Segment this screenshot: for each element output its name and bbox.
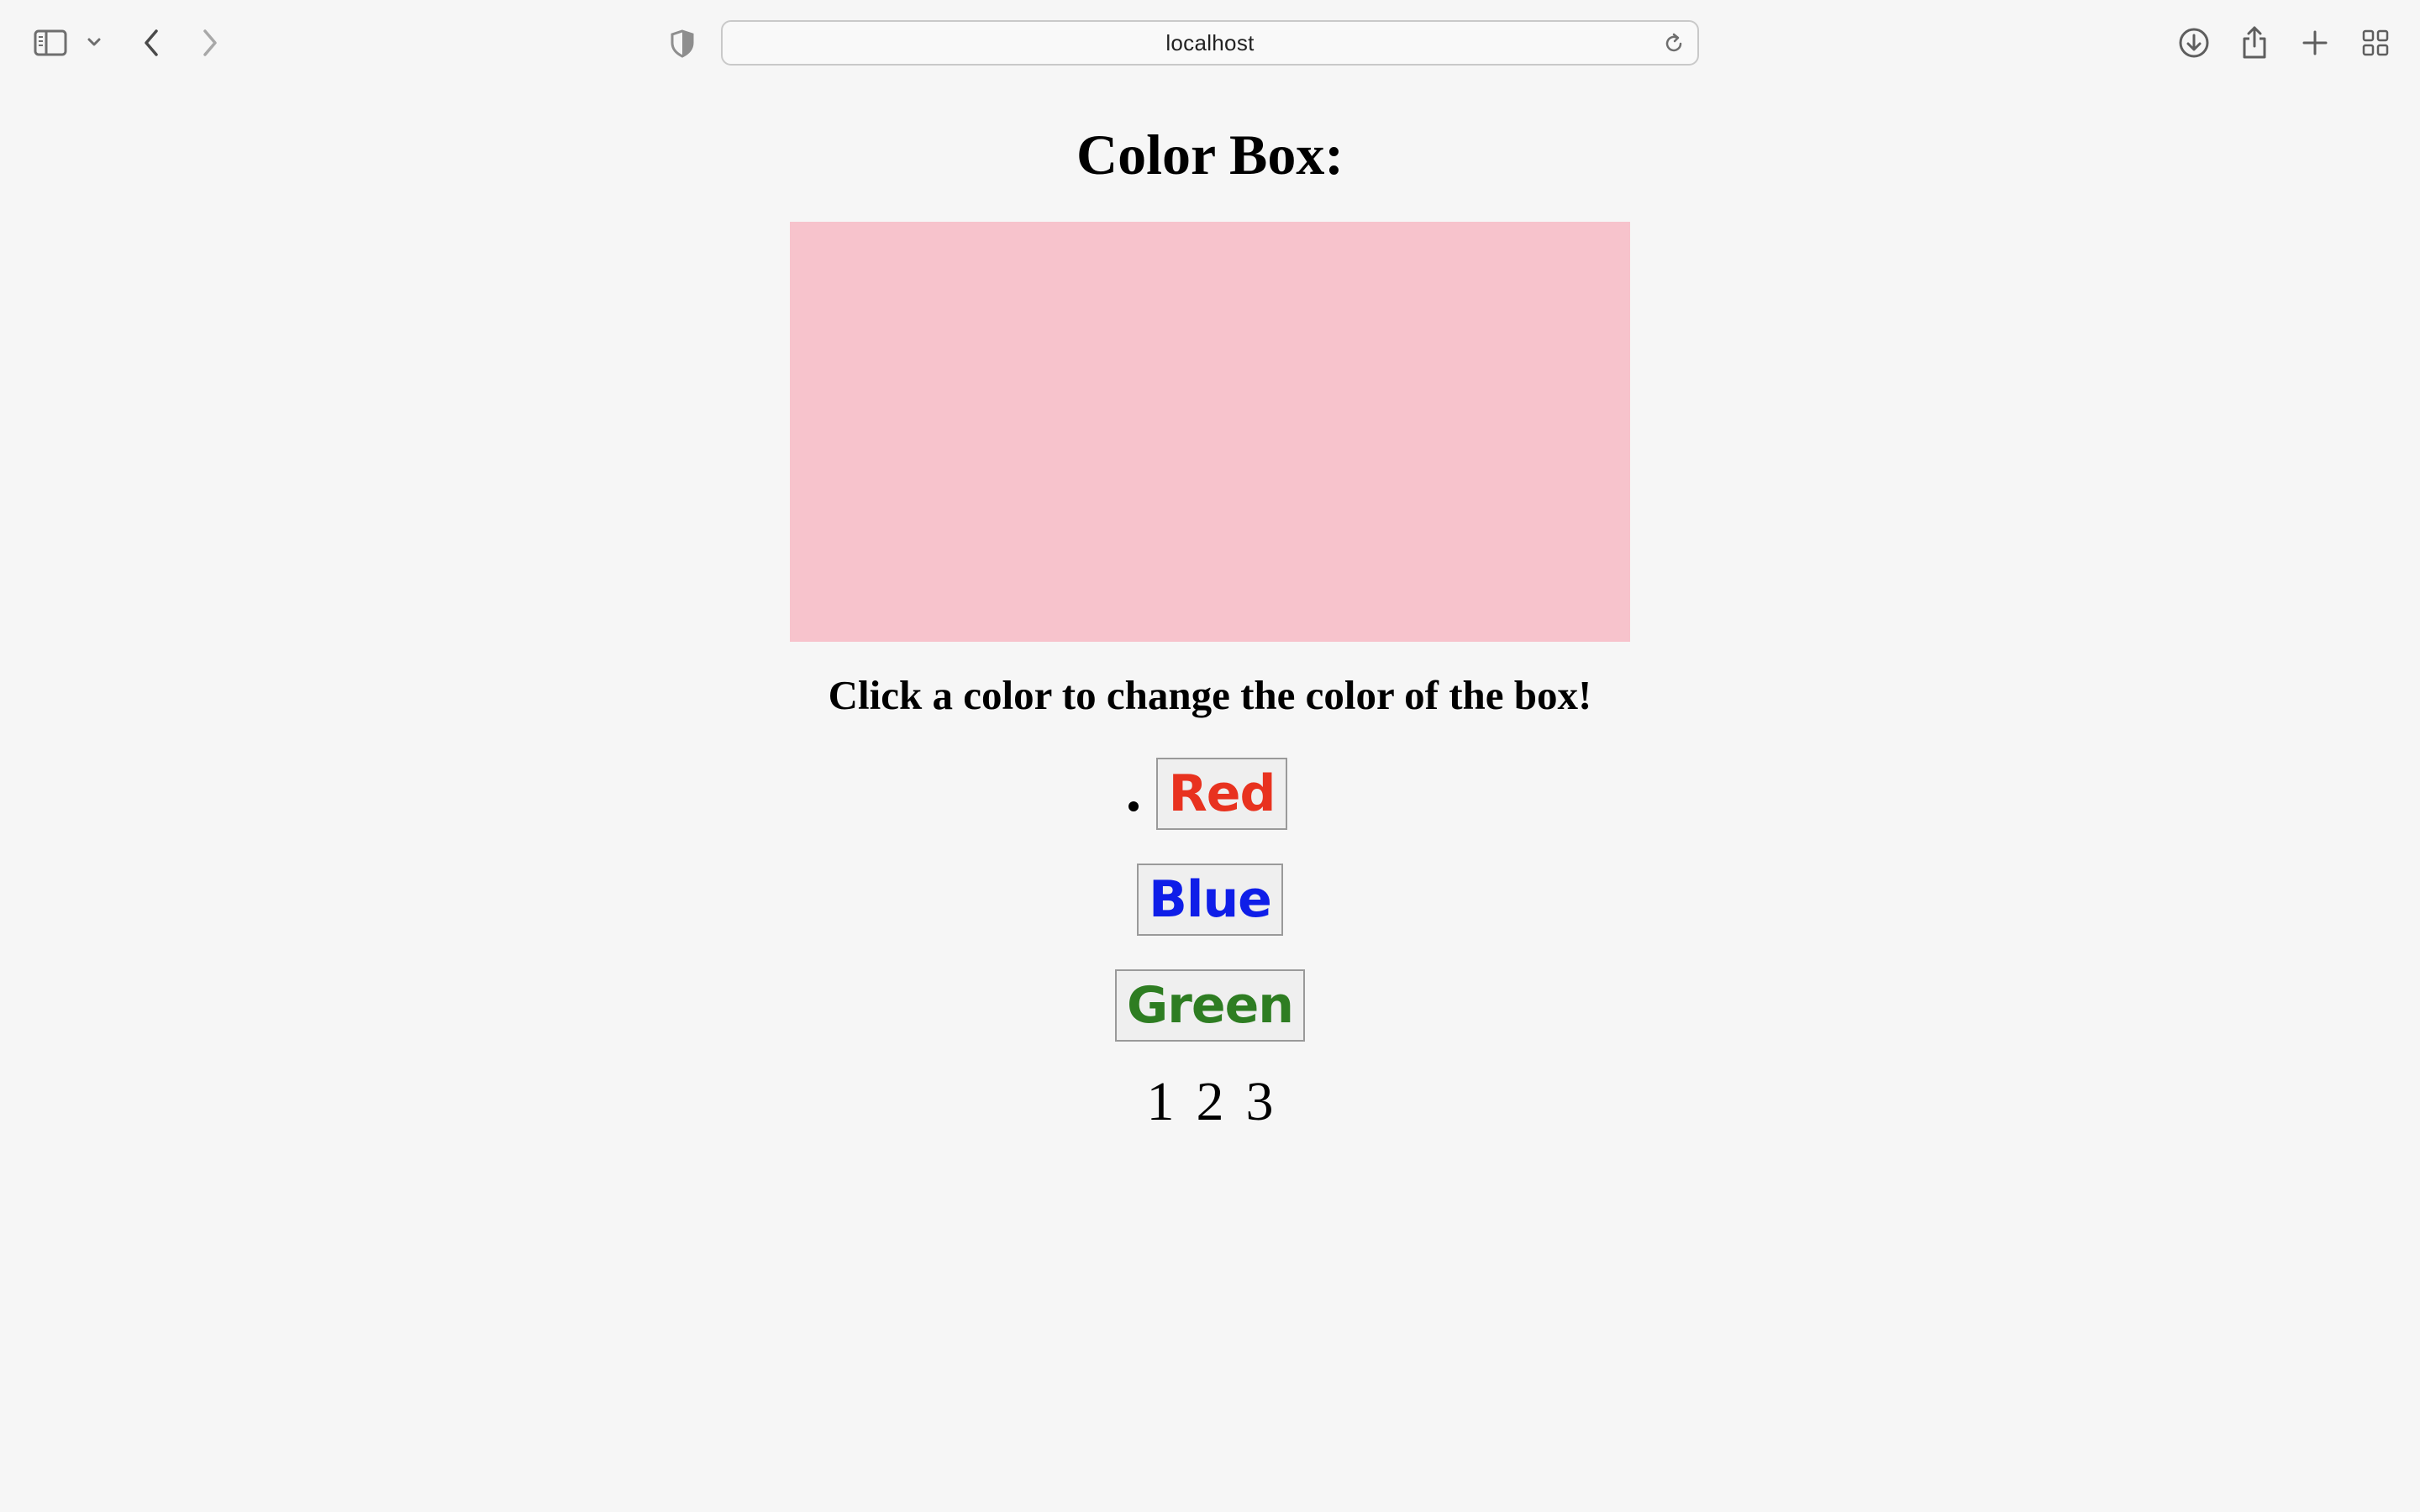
download-icon [2179,28,2209,58]
list-item: Blue [0,864,2420,936]
forward-button[interactable] [193,25,227,60]
list-item: Green [0,969,2420,1042]
reload-icon[interactable] [1662,32,1686,55]
color-box [790,222,1630,642]
sidebar-menu-button[interactable] [84,32,104,52]
share-icon [2243,26,2266,59]
page-content: Color Box: Click a color to change the c… [0,86,2420,1512]
url-text: localhost [1165,29,1255,55]
sidebar-toggle-icon [34,29,67,56]
sidebar-toggle-button[interactable] [32,27,69,59]
new-tab-button[interactable] [2297,25,2333,60]
back-button[interactable] [134,25,168,60]
green-button[interactable]: Green [1115,969,1305,1042]
plus-icon [2302,30,2328,55]
forward-arrow-icon [203,29,217,56]
list-bullet [1128,801,1139,811]
privacy-report-button[interactable] [666,27,699,60]
page-link-1[interactable]: 1 [1147,1068,1175,1136]
share-button[interactable] [2237,22,2272,62]
shield-icon [671,29,694,58]
chevron-down-icon [87,38,101,46]
instructions-text: Click a color to change the color of the… [828,672,1592,718]
tab-overview-button[interactable] [2358,25,2393,60]
pagination: 1 2 3 [0,1068,2420,1136]
blue-button[interactable]: Blue [1137,864,1283,936]
downloads-button[interactable] [2175,24,2213,62]
browser-toolbar: localhost [0,0,2420,86]
page-title: Color Box: [1076,123,1344,186]
list-item: Red [0,758,2420,830]
red-button[interactable]: Red [1156,758,1287,830]
grid-icon [2362,29,2389,56]
page-link-3[interactable]: 3 [1246,1068,1274,1136]
page-link-2[interactable]: 2 [1197,1068,1224,1136]
address-bar[interactable]: localhost [721,20,1699,66]
back-arrow-icon [145,29,158,56]
